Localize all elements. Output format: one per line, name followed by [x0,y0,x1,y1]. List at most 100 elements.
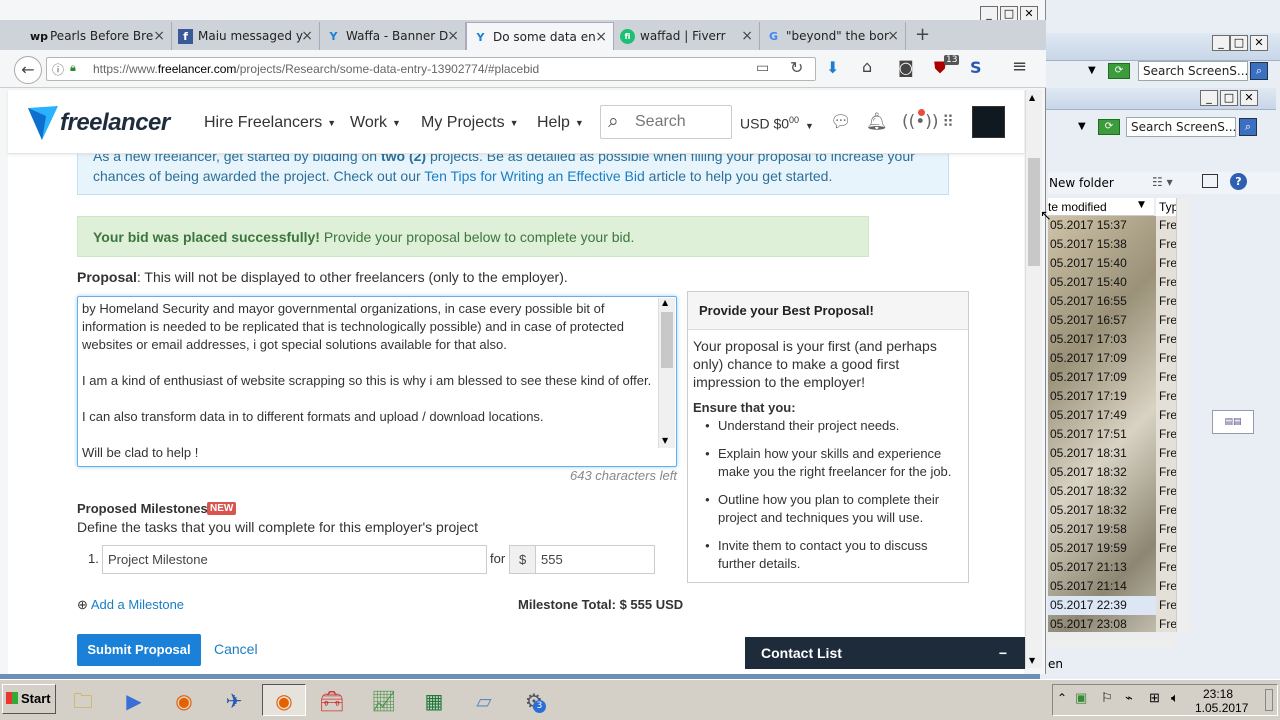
avatar[interactable] [972,106,1005,138]
network-icon[interactable]: ⊞ [1149,690,1160,706]
search-icon[interactable]: ⌕ [1239,118,1257,136]
close-button-bg2[interactable]: ✕ [1240,90,1258,106]
nav-label: Work [350,114,388,131]
close-tab-icon[interactable]: × [887,22,899,50]
firefox-icon[interactable]: ◉ [162,684,206,716]
media-player-icon[interactable]: ▶ [112,684,156,716]
tips-link[interactable]: Ten Tips for Writing an Effective Bid [424,168,644,184]
reader-view-icon[interactable]: ▭ [756,60,769,76]
sort-arrow-icon[interactable]: ▼ [1138,200,1145,210]
freelancer-logo-icon[interactable] [28,106,60,140]
view-options-icon[interactable]: ☷ ▾ [1152,175,1173,189]
firefox-active-icon[interactable]: ◉ [262,684,306,716]
lock-icon[interactable]: 🔒︎ [70,61,76,75]
group-count-badge: 3 [533,700,546,713]
scroll-down-icon[interactable]: ▼ [662,436,668,445]
help-icon[interactable]: ? [1230,173,1247,190]
minimize-button-bg2[interactable]: _ [1200,90,1218,106]
clock-time[interactable]: 23:18 [1203,687,1233,701]
proposal-textarea[interactable]: by Homeland Security and mayor governmen… [77,296,677,467]
nav-work[interactable]: Work ▼ [350,114,401,132]
add-milestone-link[interactable]: ⊕ Add a Milestone [77,597,184,613]
milestone-name-input[interactable]: Project Milestone [102,545,487,574]
close-tab-icon[interactable]: × [447,22,459,50]
show-desktop-button[interactable] [1265,689,1273,711]
file-type: Fre [1159,446,1176,460]
thunderbird-icon[interactable]: ✈ [212,684,256,716]
power-icon[interactable]: ⌁ [1125,690,1133,706]
bell-icon[interactable]: 🔔︎ [866,112,888,132]
clock-date[interactable]: 1.05.2017 [1195,701,1248,715]
horizontal-scrollbar[interactable] [1048,634,1174,648]
ublock-badge: 13 [944,55,960,65]
tab-data-entry[interactable]: Y Do some data en × [466,22,614,50]
refresh-icon[interactable]: ⟳ [1108,63,1130,79]
minimize-button-bg1[interactable]: _ [1212,35,1230,51]
reload-icon[interactable]: ↻ [790,58,803,77]
freelancer-logo[interactable]: freelancer [60,109,170,137]
column-header-type[interactable]: Typ [1156,198,1178,216]
flag-icon[interactable]: ⚐ [1101,690,1113,706]
search-icon[interactable]: ⌕ [1250,62,1268,80]
toolbox-icon[interactable]: 🧰︎ [310,684,354,716]
dropdown-arrow-icon[interactable]: ▼ [1078,121,1086,132]
tray-expand-icon[interactable]: ⌃ [1057,691,1067,705]
explorer-icon[interactable]: 🗀︎ [61,684,105,716]
collapse-icon[interactable]: − [999,637,1007,669]
close-tab-icon[interactable]: × [153,22,165,50]
page-scrollbar[interactable] [1025,90,1042,668]
thumbnail-icon[interactable]: ▤▤ [1212,410,1254,434]
back-icon[interactable]: ← [14,56,42,84]
search-input-bg1[interactable]: Search ScreenS... [1138,61,1248,81]
close-tab-icon[interactable]: × [301,22,313,50]
scroll-thumb[interactable] [661,312,673,368]
balance[interactable]: USD $000 ▼ [740,115,814,132]
apps-grid-icon[interactable]: ⠿ [938,112,958,132]
milestone-amount-input[interactable]: 555 [535,545,655,574]
nav-help[interactable]: Help ▼ [537,114,584,132]
spreadsheet-icon[interactable]: ▦ [412,684,456,716]
download-icon[interactable]: ⬇ [826,58,839,77]
nav-my-projects[interactable]: My Projects ▼ [421,114,519,132]
preview-pane-icon[interactable] [1202,174,1218,188]
menu-icon[interactable]: ≡ [1012,56,1027,77]
search-input-bg2[interactable]: Search ScreenS... [1126,117,1236,137]
notepad-chart-icon[interactable]: 📈︎ [362,684,406,716]
skype-icon[interactable]: S [970,58,982,77]
dropdown-arrow-icon[interactable]: ▼ [1088,65,1096,76]
contact-list-bar[interactable]: Contact List − [745,637,1025,669]
maximize-button-bg1[interactable]: □ [1230,35,1248,51]
refresh-icon[interactable]: ⟳ [1098,119,1120,135]
site-search-input[interactable]: Search [600,105,732,139]
info-icon[interactable]: ⓘ [52,61,64,78]
tab-pearls[interactable]: wp Pearls Before Bre × [24,22,172,50]
cancel-link[interactable]: Cancel [214,641,258,657]
pocket-icon[interactable]: ◙ [898,58,914,77]
close-tab-icon[interactable]: × [741,22,753,50]
textarea-scrollbar[interactable] [658,298,675,448]
home-icon[interactable]: ⌂ [862,57,872,76]
close-tab-icon[interactable]: × [595,23,607,50]
tab-fiverr[interactable]: fi waffad | Fiverr × [614,22,760,50]
submit-proposal-button[interactable]: Submit Proposal [77,634,201,666]
url-bar[interactable]: https://www.freelancer.com/projects/Rese… [46,57,816,81]
tab-facebook[interactable]: f Maiu messaged y × [172,22,320,50]
tray-app-icon[interactable]: ▣ [1075,690,1087,706]
scroll-up-icon[interactable]: ▲ [662,298,668,307]
close-button-bg1[interactable]: ✕ [1250,35,1268,51]
nav-hire-freelancers[interactable]: Hire Freelancers ▼ [204,114,336,132]
tip-item: Invite them to contact you to discuss fu… [705,537,963,573]
volume-icon[interactable]: 🔈︎ [1171,690,1179,706]
messages-icon[interactable]: 💬︎ [830,112,852,132]
file-type: Fre [1159,503,1176,517]
maximize-button-bg2[interactable]: □ [1220,90,1238,106]
file-list-scrollbar[interactable] [1176,198,1190,632]
notes-icon[interactable]: ▱ [462,684,506,716]
scroll-thumb[interactable] [1028,158,1040,266]
tab-waffa-banner[interactable]: Y Waffa - Banner D × [320,22,466,50]
scroll-up-icon[interactable]: ▲ [1029,93,1035,102]
success-bold: Your bid was placed successfully! [93,229,320,245]
new-tab-button[interactable]: + [915,24,930,45]
scroll-down-icon[interactable]: ▼ [1029,656,1035,665]
tab-google[interactable]: G "beyond" the bor × [760,22,906,50]
